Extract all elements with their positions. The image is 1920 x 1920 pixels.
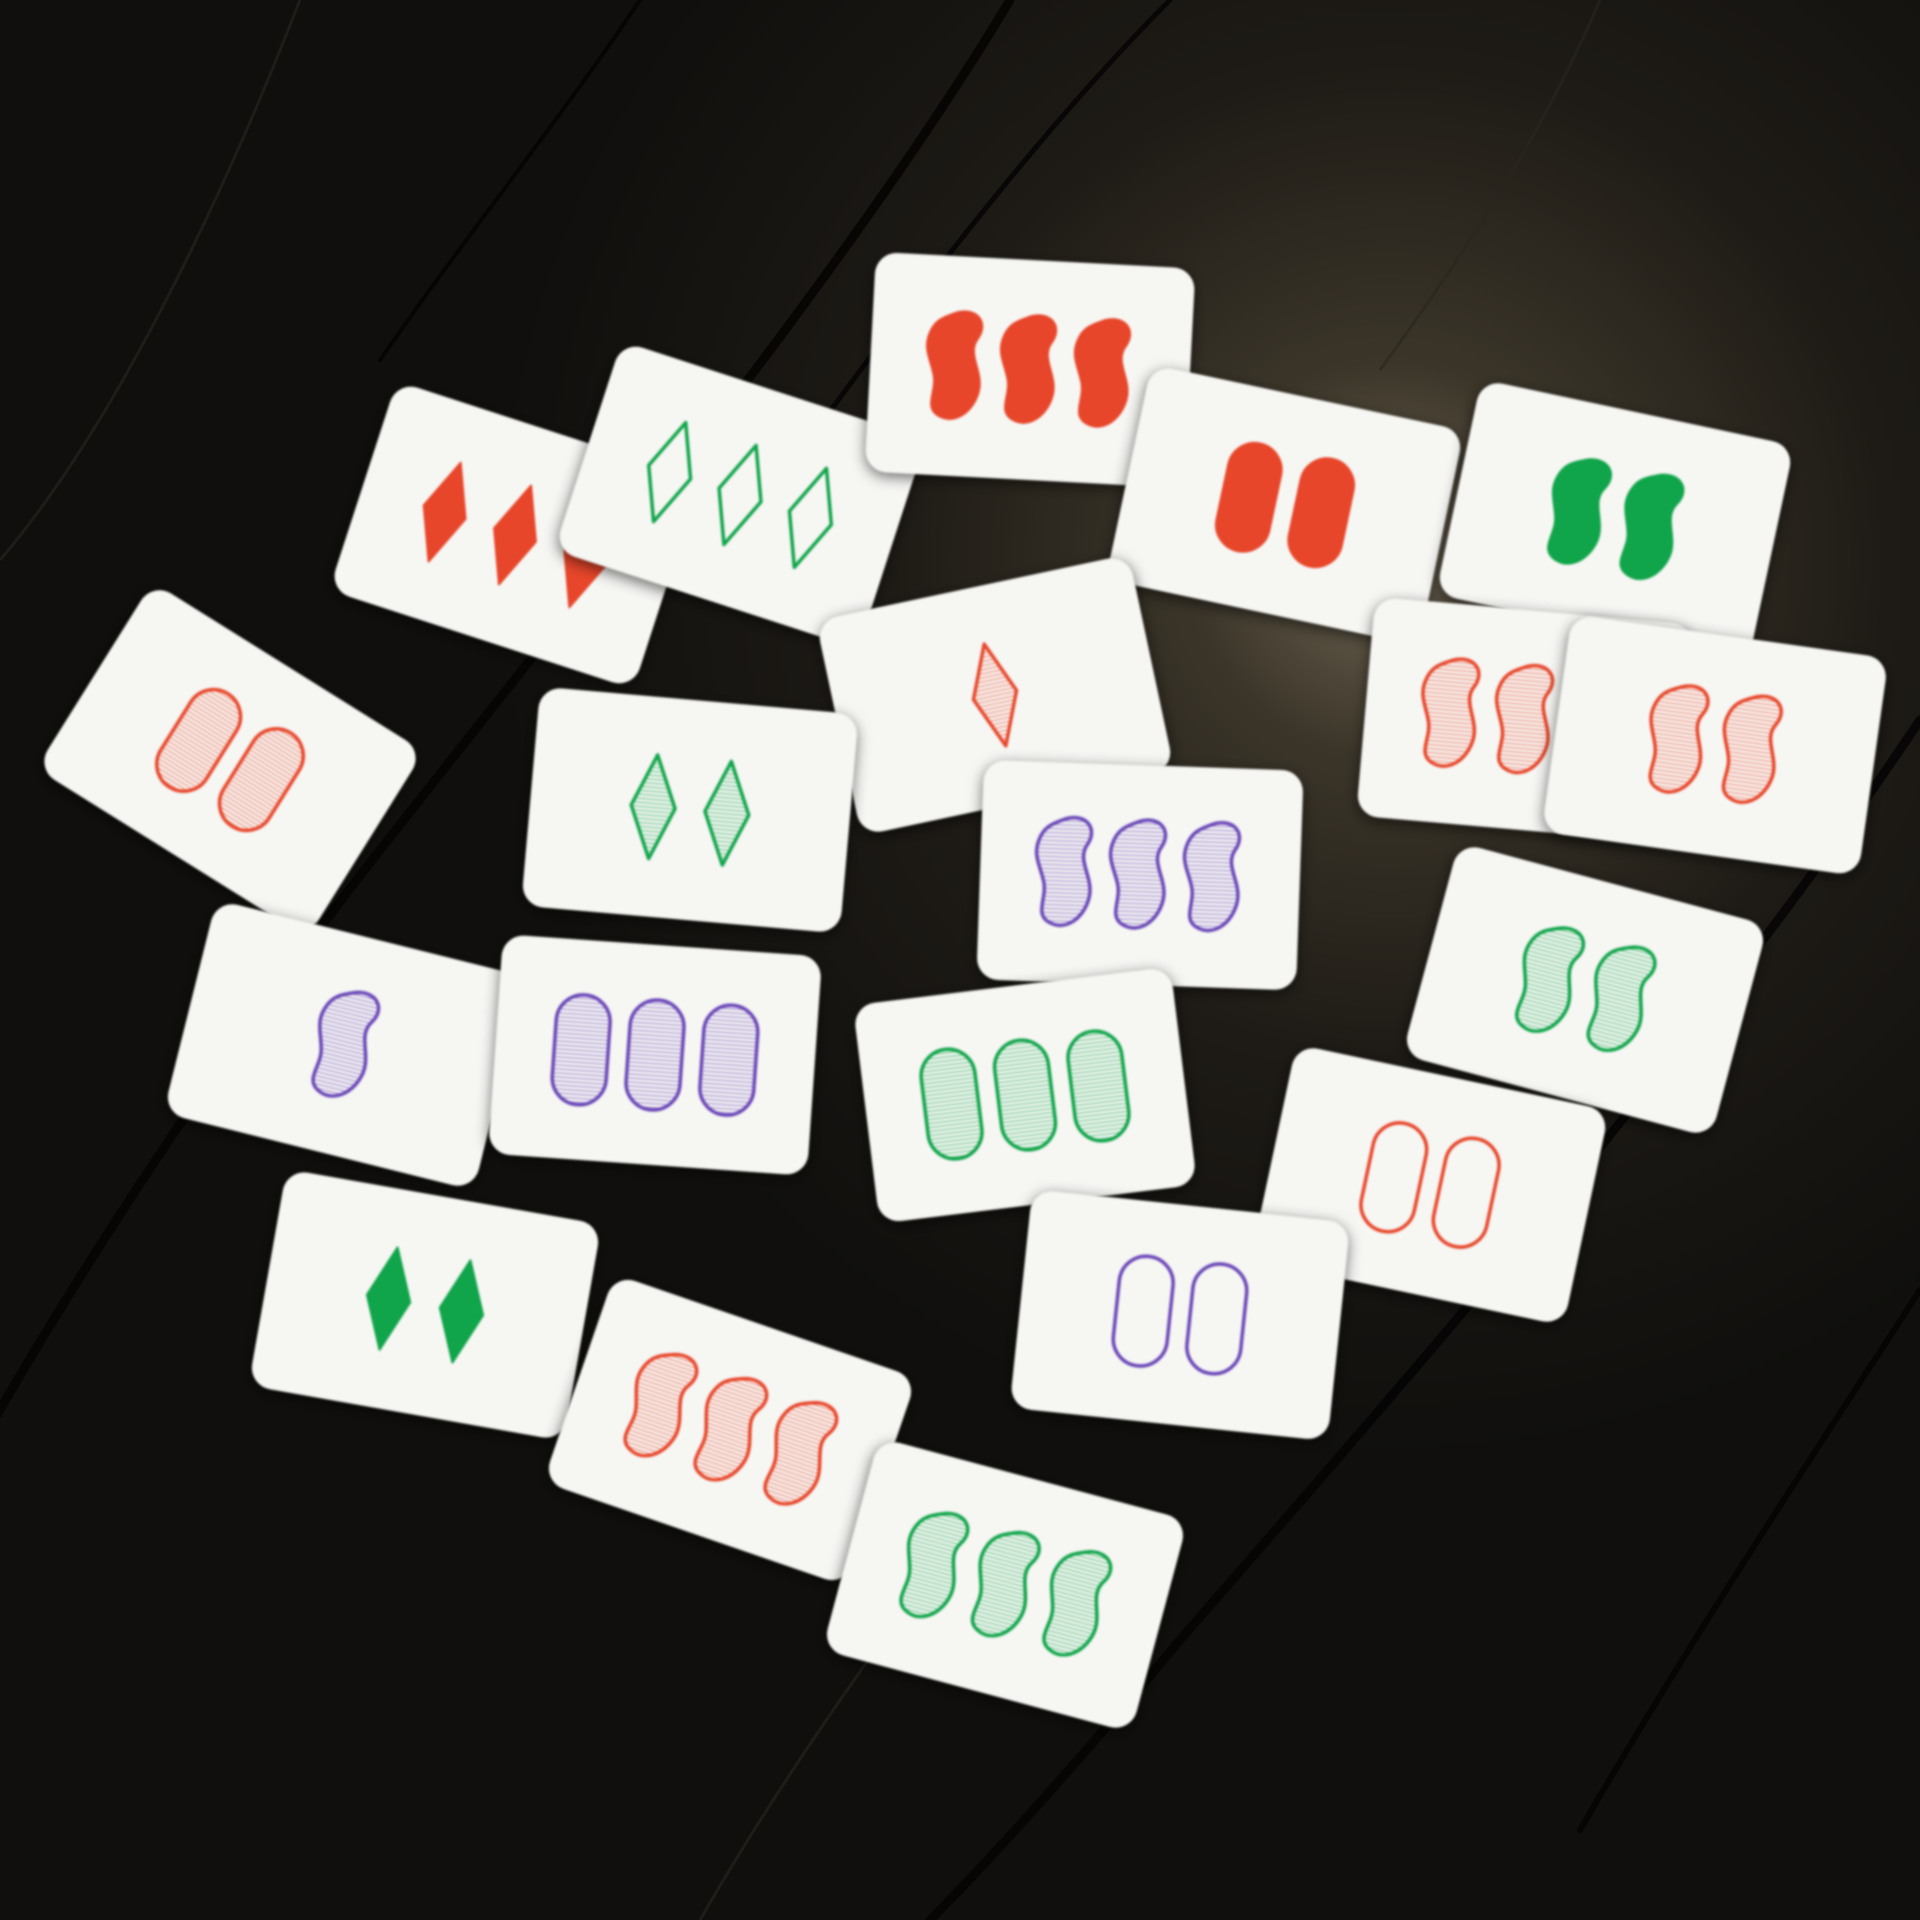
diamond-symbol bbox=[971, 642, 1019, 748]
diamond-symbol bbox=[493, 484, 537, 586]
set-card[interactable] bbox=[976, 759, 1304, 991]
card-face bbox=[919, 1029, 1131, 1161]
oval-symbol bbox=[1111, 1254, 1175, 1368]
squiggle-symbol bbox=[1421, 657, 1481, 768]
squiggle-symbol bbox=[899, 1511, 970, 1619]
set-card[interactable] bbox=[521, 686, 859, 934]
squiggle-symbol bbox=[1547, 458, 1613, 565]
oval-symbol bbox=[1431, 1136, 1501, 1249]
diamond-symbol bbox=[787, 466, 834, 570]
game-table bbox=[0, 0, 1920, 1920]
card-face bbox=[1648, 684, 1783, 804]
diamond-symbol bbox=[629, 753, 677, 861]
squiggle-symbol bbox=[970, 1530, 1041, 1638]
squiggle-symbol bbox=[1586, 945, 1657, 1053]
squiggle-symbol bbox=[999, 314, 1058, 424]
oval-symbol bbox=[1066, 1029, 1131, 1143]
set-card[interactable] bbox=[1541, 613, 1889, 877]
oval-symbol bbox=[624, 998, 686, 1112]
diamond-symbol bbox=[438, 1259, 485, 1364]
oval-symbol bbox=[698, 1003, 760, 1117]
diamond-symbol bbox=[646, 420, 693, 524]
squiggle-symbol bbox=[926, 310, 984, 420]
card-face bbox=[629, 753, 751, 867]
diamond-symbol bbox=[365, 1246, 412, 1351]
squiggle-symbol bbox=[311, 990, 381, 1098]
set-card[interactable] bbox=[852, 966, 1198, 1224]
set-card[interactable] bbox=[487, 934, 823, 1176]
card-face bbox=[1034, 815, 1242, 933]
set-card[interactable] bbox=[1009, 1188, 1351, 1442]
oval-symbol bbox=[1287, 457, 1355, 569]
squiggle-symbol bbox=[1073, 318, 1132, 428]
squiggle-symbol bbox=[1042, 1550, 1113, 1657]
squiggle-symbol bbox=[623, 1353, 699, 1458]
squiggle-symbol bbox=[1648, 684, 1710, 794]
oval-symbol bbox=[992, 1038, 1058, 1152]
squiggle-symbol bbox=[1108, 818, 1168, 930]
squiggle-symbol bbox=[1494, 664, 1555, 775]
squiggle-symbol bbox=[693, 1377, 769, 1482]
squiggle-symbol bbox=[763, 1401, 839, 1506]
oval-symbol bbox=[1215, 441, 1283, 553]
oval-symbol bbox=[1185, 1262, 1249, 1376]
squiggle-symbol bbox=[1034, 815, 1094, 928]
oval-symbol bbox=[550, 993, 612, 1107]
oval-symbol bbox=[1359, 1121, 1429, 1234]
squiggle-symbol bbox=[1721, 694, 1783, 804]
card-face bbox=[550, 993, 760, 1117]
squiggle-symbol bbox=[1514, 926, 1586, 1033]
card-face bbox=[1111, 1254, 1249, 1376]
diamond-symbol bbox=[703, 759, 751, 867]
oval-symbol bbox=[919, 1047, 984, 1161]
squiggle-symbol bbox=[1182, 821, 1242, 933]
squiggle-symbol bbox=[1619, 473, 1685, 581]
diamond-symbol bbox=[717, 443, 763, 547]
diamond-symbol bbox=[422, 461, 467, 563]
